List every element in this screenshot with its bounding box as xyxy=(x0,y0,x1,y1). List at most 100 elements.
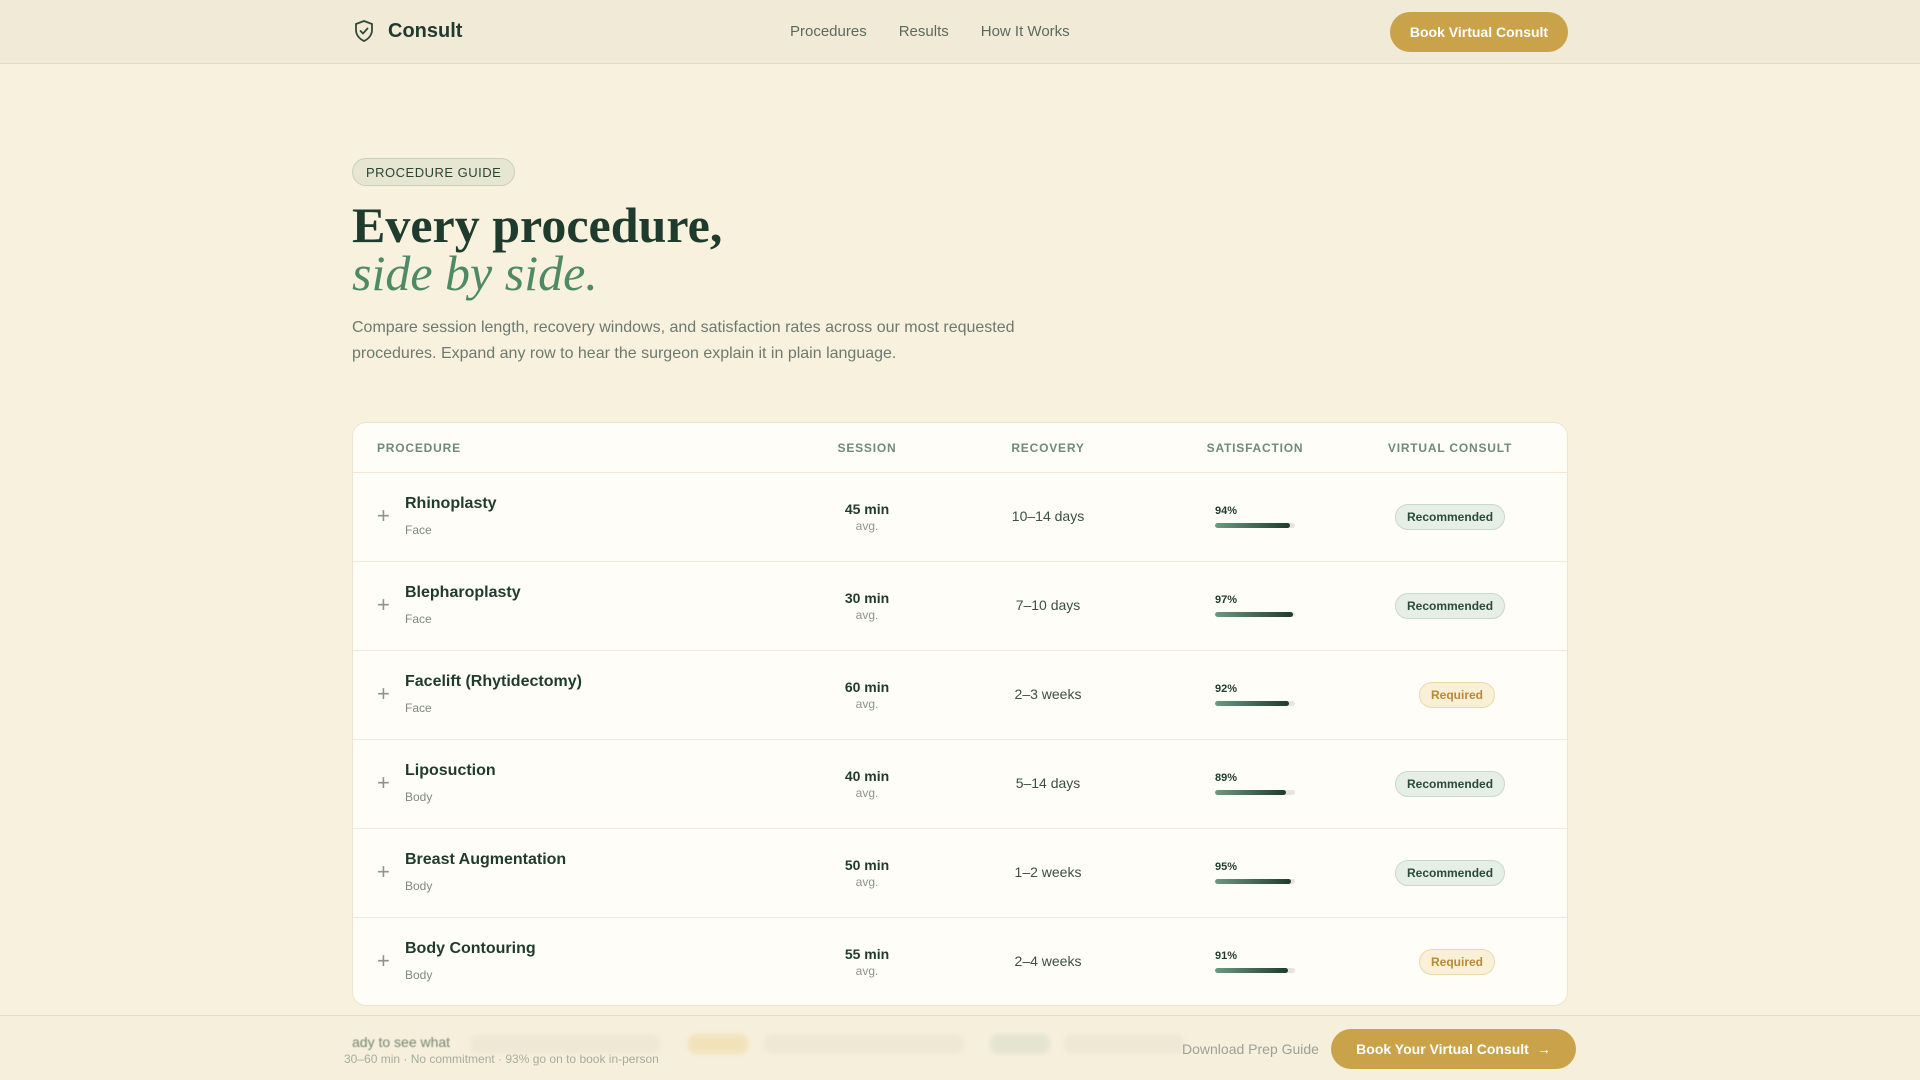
procedure-category: Face xyxy=(405,701,432,715)
procedure-category: Body xyxy=(405,968,433,982)
satisfaction-bar-fill xyxy=(1215,701,1289,706)
recovery-value: 10–14 days xyxy=(1011,508,1085,524)
session-value: 60 min xyxy=(844,679,890,695)
consult-badge: Required xyxy=(1419,949,1496,975)
session-unit: avg. xyxy=(855,964,879,978)
satisfaction-cell: 91% xyxy=(1215,950,1297,973)
satisfaction-cell: 89% xyxy=(1215,772,1297,795)
cta-bar-title: ady to see what xyxy=(352,1034,451,1050)
satisfaction-bar xyxy=(1215,612,1295,617)
procedure-name: Facelift (Rhytidectomy) xyxy=(405,673,582,690)
session-cell: 50 min avg. xyxy=(807,857,927,889)
table-row[interactable]: + Blepharoplasty Face 30 min avg. 7–10 d… xyxy=(353,562,1567,651)
session-cell: 60 min avg. xyxy=(807,679,927,711)
sticky-cta-bar: ady to see what 30–60 min · No commitmen… xyxy=(0,1015,1920,1080)
satisfaction-cell: 92% xyxy=(1215,683,1297,706)
download-prep-guide-link[interactable]: Download Prep Guide xyxy=(1182,1041,1319,1057)
recovery-value: 5–14 days xyxy=(1015,775,1081,791)
procedure-name: Rhinoplasty xyxy=(405,495,497,512)
hero-description: Compare session length, recovery windows… xyxy=(352,319,1015,362)
recovery-value: 7–10 days xyxy=(1015,597,1081,613)
satisfaction-bar-fill xyxy=(1215,790,1287,795)
arrow-right-icon: → xyxy=(1536,1041,1551,1057)
satisfaction-bar-fill xyxy=(1215,879,1291,884)
procedure-category: Body xyxy=(405,879,433,893)
consult-badge: Recommended xyxy=(1395,504,1506,530)
procedure-category: Body xyxy=(405,790,433,804)
procedure-category: Face xyxy=(405,612,432,626)
satisfaction-bar xyxy=(1215,523,1295,528)
satisfaction-value: 89% xyxy=(1215,772,1238,784)
ghost-overlay xyxy=(470,1034,660,1054)
recovery-value: 2–4 weeks xyxy=(1014,953,1082,969)
nav-link-how-it-works[interactable]: How It Works xyxy=(981,23,1070,40)
session-cell: 55 min avg. xyxy=(807,946,927,978)
session-unit: avg. xyxy=(855,786,879,800)
book-virtual-consult-button[interactable]: Book Virtual Consult xyxy=(1390,12,1568,52)
procedure-table: PROCEDURE SESSION RECOVERY SATISFACTION … xyxy=(352,422,1568,1006)
procedure-category: Face xyxy=(405,523,432,537)
session-cell: 30 min avg. xyxy=(807,590,927,622)
session-cell: 45 min avg. xyxy=(807,501,927,533)
column-header-recovery: RECOVERY xyxy=(1011,441,1085,455)
satisfaction-value: 92% xyxy=(1215,683,1238,695)
brand[interactable]: Consult xyxy=(352,19,462,43)
nav-links: Procedures Results How It Works xyxy=(790,23,1070,40)
satisfaction-bar-fill xyxy=(1215,968,1288,973)
satisfaction-value: 94% xyxy=(1215,505,1238,517)
session-unit: avg. xyxy=(855,519,879,533)
plus-icon[interactable]: + xyxy=(377,505,390,527)
ghost-overlay xyxy=(764,1034,964,1054)
ghost-required-chip xyxy=(688,1034,748,1054)
procedure-name: Body Contouring xyxy=(405,940,536,957)
column-header-satisfaction: SATISFACTION xyxy=(1206,441,1304,455)
recovery-value: 1–2 weeks xyxy=(1014,864,1082,880)
nav-link-procedures[interactable]: Procedures xyxy=(790,23,867,40)
satisfaction-value: 95% xyxy=(1215,861,1238,873)
session-value: 45 min xyxy=(844,501,890,517)
satisfaction-bar-fill xyxy=(1215,523,1291,528)
session-unit: avg. xyxy=(855,608,879,622)
session-value: 55 min xyxy=(844,946,890,962)
ghost-overlay xyxy=(1064,1034,1184,1054)
book-your-virtual-consult-button[interactable]: Book Your Virtual Consult → xyxy=(1331,1029,1576,1069)
nav-link-results[interactable]: Results xyxy=(899,23,949,40)
satisfaction-bar xyxy=(1215,879,1295,884)
satisfaction-bar xyxy=(1215,790,1295,795)
plus-icon[interactable]: + xyxy=(377,772,390,794)
table-row[interactable]: + Breast Augmentation Body 50 min avg. 1… xyxy=(353,829,1567,918)
procedure-guide-pill: PROCEDURE GUIDE xyxy=(352,158,516,186)
satisfaction-value: 97% xyxy=(1215,594,1238,606)
cta-bar-subtitle: 30–60 min · No commitment · 93% go on to… xyxy=(344,1052,659,1066)
column-header-procedure: PROCEDURE xyxy=(377,441,461,455)
table-row[interactable]: + Body Contouring Body 55 min avg. 2–4 w… xyxy=(353,918,1567,1005)
page-title: Every procedure, xyxy=(352,197,723,253)
consult-badge: Recommended xyxy=(1395,860,1506,886)
plus-icon[interactable]: + xyxy=(377,683,390,705)
column-header-virtual-consult: VIRTUAL CONSULT xyxy=(1387,441,1513,455)
table-row[interactable]: + Facelift (Rhytidectomy) Face 60 min av… xyxy=(353,651,1567,740)
column-header-session: SESSION xyxy=(837,441,897,455)
shield-check-icon xyxy=(355,20,373,42)
satisfaction-cell: 94% xyxy=(1215,505,1297,528)
satisfaction-bar xyxy=(1215,701,1295,706)
session-unit: avg. xyxy=(855,697,879,711)
session-value: 30 min xyxy=(844,590,890,606)
session-cell: 40 min avg. xyxy=(807,768,927,800)
table-row[interactable]: + Liposuction Body 40 min avg. 5–14 days… xyxy=(353,740,1567,829)
consult-badge: Recommended xyxy=(1395,593,1506,619)
procedure-name: Liposuction xyxy=(405,762,496,779)
satisfaction-cell: 97% xyxy=(1215,594,1297,617)
plus-icon[interactable]: + xyxy=(377,594,390,616)
satisfaction-bar-fill xyxy=(1215,612,1293,617)
procedure-name: Blepharoplasty xyxy=(405,584,521,601)
plus-icon[interactable]: + xyxy=(377,950,390,972)
top-nav: Consult Procedures Results How It Works … xyxy=(0,0,1920,64)
recovery-value: 2–3 weeks xyxy=(1014,686,1082,702)
session-value: 40 min xyxy=(844,768,890,784)
table-header: PROCEDURE SESSION RECOVERY SATISFACTION … xyxy=(353,423,1567,473)
consult-badge: Recommended xyxy=(1395,771,1506,797)
plus-icon[interactable]: + xyxy=(377,861,390,883)
table-row[interactable]: + Rhinoplasty Face 45 min avg. 10–14 day… xyxy=(353,473,1567,562)
session-unit: avg. xyxy=(855,875,879,889)
